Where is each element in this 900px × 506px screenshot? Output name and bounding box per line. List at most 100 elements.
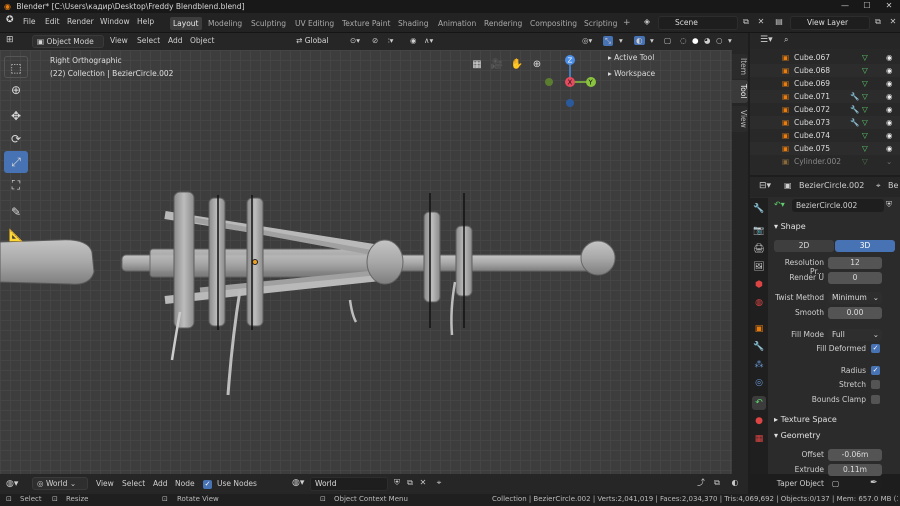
active-tool-panel[interactable]: ▸ Active Tool [608, 53, 654, 62]
transform-tool-icon[interactable]: ⛶ [4, 174, 28, 196]
view-layer-icon[interactable]: ▤ [772, 16, 786, 29]
rendered-shading-icon[interactable]: ○ [716, 36, 723, 45]
visibility-eye-icon[interactable]: ◉ [886, 64, 893, 77]
disc-1[interactable] [173, 191, 195, 329]
blender-menu-icon[interactable]: ✪ [6, 15, 14, 25]
texture-space-section-header[interactable]: ▸ Texture Space [774, 415, 837, 424]
use-nodes-checkbox[interactable]: ✓ [203, 480, 212, 489]
curve-data-properties-icon[interactable]: ↶ [752, 396, 766, 410]
falloff-icon[interactable]: ∧▾ [424, 36, 433, 45]
new-view-layer-icon[interactable]: ⧉ [871, 16, 885, 29]
tab-tool[interactable]: Tool [732, 80, 748, 103]
axis-gizmo[interactable]: Z Y X [540, 54, 600, 114]
view-layer-selector[interactable]: View Layer [790, 16, 870, 30]
menu-file[interactable]: File [23, 17, 36, 26]
data-name-field[interactable]: BezierCircle.002 [792, 199, 884, 212]
tab-shading[interactable]: Shading [395, 17, 431, 30]
orientation-dropdown[interactable]: ⇄ Global [292, 35, 344, 48]
smooth-field[interactable]: 0.00 [828, 307, 882, 319]
tab-view[interactable]: View [732, 106, 748, 132]
mesh-data-icon[interactable]: ▽ [862, 51, 868, 64]
node-menu-view[interactable]: View [96, 479, 114, 488]
menu-window[interactable]: Window [100, 17, 130, 26]
menu-select[interactable]: Select [137, 36, 160, 45]
3d-viewport[interactable]: Right Orthographic (22) Collection | Bez… [0, 50, 748, 474]
world-browse-icon[interactable]: ◍▾ [292, 478, 304, 488]
scene-selector[interactable]: Scene [658, 16, 738, 30]
modifier-properties-icon[interactable]: 🔧 [752, 340, 766, 354]
fill-mode-dropdown[interactable]: Full ⌄ [828, 329, 882, 341]
visibility-eye-icon[interactable]: ◉ [886, 90, 893, 103]
overlay-node-icon[interactable]: ◐ [728, 477, 742, 490]
overlays-dropdown-icon[interactable]: ▾ [650, 36, 654, 45]
tab-texture-paint[interactable]: Texture Paint [339, 17, 393, 30]
cursor-tool-icon[interactable]: ⊕ [4, 79, 28, 101]
editor-type-icon[interactable]: ⊞ [6, 35, 14, 45]
rotate-tool-icon[interactable]: ⟳ [4, 128, 28, 150]
render-u-field[interactable]: 0 [828, 272, 882, 284]
pin-icon[interactable]: ⌖ [432, 477, 446, 490]
visibility-eye-icon[interactable]: ◉ [886, 51, 893, 64]
shape-section-header[interactable]: ▾ Shape [774, 222, 806, 231]
select-box-tool-icon[interactable]: ⬚ [4, 56, 28, 78]
outliner-row[interactable]: ▣ Cube.072 🔧 ▽ ◉ [750, 103, 900, 116]
visibility-eye-icon[interactable]: ◉ [886, 77, 893, 90]
node-menu-select[interactable]: Select [122, 479, 145, 488]
delete-view-layer-icon[interactable]: ✕ [886, 16, 900, 29]
modifier-icon[interactable]: 🔧 [850, 90, 859, 103]
mesh-data-icon[interactable]: ▽ [862, 77, 868, 90]
close-button[interactable]: ✕ [878, 0, 900, 13]
disc-4[interactable] [423, 211, 441, 303]
shader-editor-type-icon[interactable]: ◍▾ [6, 479, 18, 489]
maximize-button[interactable]: ☐ [856, 0, 878, 13]
outliner-search-icon[interactable]: ⌕ [784, 35, 788, 45]
disc-2[interactable] [208, 197, 226, 327]
mesh-data-icon[interactable]: ▽ [862, 116, 868, 129]
scene-icon[interactable]: ◈ [640, 16, 654, 29]
outliner-row[interactable]: ▣ Cube.068 ▽ ◉ [750, 64, 900, 77]
unlink-world-icon[interactable]: ✕ [416, 477, 430, 490]
menu-add[interactable]: Add [168, 36, 183, 45]
modifier-icon[interactable]: 🔧 [850, 116, 859, 129]
grid-view-icon[interactable]: ▦ [468, 56, 486, 74]
bounds-clamp-checkbox[interactable] [871, 395, 880, 404]
physics-properties-icon[interactable]: ◎ [752, 376, 766, 390]
tab-compositing[interactable]: Compositing [527, 17, 580, 30]
view-layer-properties-icon[interactable]: 🖼 [752, 260, 766, 274]
workspace-panel[interactable]: ▸ Workspace [608, 69, 655, 78]
outliner-row[interactable]: ▣ Cube.069 ▽ ◉ [750, 77, 900, 90]
center-ball[interactable] [366, 239, 404, 285]
stretch-checkbox[interactable] [871, 380, 880, 389]
particles-properties-icon[interactable]: ⁂ [752, 358, 766, 372]
material-properties-icon[interactable]: ● [752, 414, 766, 428]
wireframe-shading-icon[interactable]: ◌ [680, 36, 687, 45]
minimize-button[interactable]: — [834, 0, 856, 13]
shading-dropdown-icon[interactable]: ▾ [728, 36, 732, 45]
tab-scripting[interactable]: Scripting [581, 17, 620, 30]
mesh-data-icon[interactable]: ▽ [862, 90, 868, 103]
tab-sculpting[interactable]: Sculpting [248, 17, 289, 30]
camera-view-icon[interactable]: 🎥 [488, 56, 506, 74]
tab-animation[interactable]: Animation [435, 17, 479, 30]
tab-layout[interactable]: Layout [170, 17, 202, 30]
extrude-field[interactable]: 0.11m [828, 464, 882, 476]
scene-properties-icon[interactable]: ⬢ [752, 278, 766, 292]
resolution-field[interactable]: 12 [828, 257, 882, 269]
fake-user-icon[interactable]: ⛨ [886, 200, 892, 210]
visibility-eye-icon[interactable]: ◉ [886, 116, 893, 129]
measure-tool-icon[interactable]: 📐 [4, 224, 28, 246]
delete-scene-icon[interactable]: ✕ [754, 16, 768, 29]
mesh-data-icon[interactable]: ▽ [862, 142, 868, 155]
object-origin[interactable] [252, 259, 258, 265]
fill-deformed-checkbox[interactable]: ✓ [871, 344, 880, 353]
tool-properties-icon[interactable]: 🔧 [752, 202, 766, 216]
menu-render[interactable]: Render [67, 17, 94, 26]
outliner-row[interactable]: ▣ Cylinder.002 ▽ ⌄ [750, 155, 900, 168]
dimension-2d-button[interactable]: 2D [774, 240, 834, 252]
pin-icon[interactable]: ⌖ [876, 181, 881, 191]
modifier-icon[interactable]: 🔧 [850, 103, 859, 116]
parent-node-icon[interactable]: ⤴ [694, 477, 708, 490]
radius-checkbox[interactable]: ✓ [871, 366, 880, 375]
solid-shading-icon[interactable]: ● [692, 36, 699, 45]
tab-item[interactable]: Item [732, 54, 748, 80]
